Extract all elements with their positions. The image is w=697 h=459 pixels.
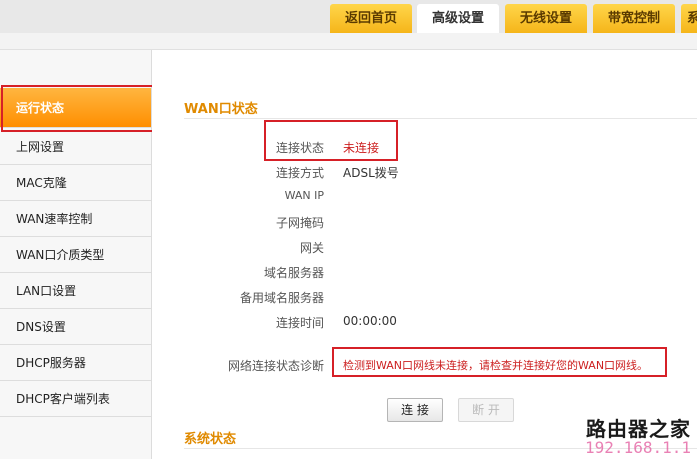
top-nav-bar: 返回首页 高级设置 无线设置 带宽控制 系 [0,0,697,33]
system-status-title: 系统状态 [184,432,237,447]
value-connection-time: 00:00:00 [343,314,397,328]
label-wan-ip: WAN IP [284,189,324,202]
header-band [0,33,697,50]
label-connection-type: 连接方式 [275,166,324,180]
watermark-logo: 路由器之家 192.168.1.1 [585,413,691,457]
connect-button[interactable]: 连 接 [387,398,443,422]
sidebar-item-lan-settings[interactable]: LAN口设置 [0,274,151,309]
tab-advanced-settings[interactable]: 高级设置 [417,4,499,33]
watermark-url: 192.168.1.1 [585,438,691,457]
sidebar-item-internet-settings[interactable]: 上网设置 [0,130,151,165]
sidebar-item-dhcp-client-list[interactable]: DHCP客户端列表 [0,382,151,417]
label-gateway: 网关 [299,241,324,255]
tab-wireless-settings[interactable]: 无线设置 [505,4,587,33]
main-content: WAN口状态 连接状态 未连接 连接方式 ADSL拨号 WAN IP 子网掩码 … [152,50,697,459]
tab-bandwidth-control[interactable]: 带宽控制 [593,4,675,33]
sidebar-item-wan-rate-control[interactable]: WAN速率控制 [0,202,151,237]
wan-status-title: WAN口状态 [184,102,258,117]
sidebar-item-dns-settings[interactable]: DNS设置 [0,310,151,345]
value-connection-type: ADSL拨号 [343,166,399,180]
label-network-diagnosis: 网络连接状态诊断 [227,359,324,373]
sidebar-item-wan-media-type[interactable]: WAN口介质类型 [0,238,151,273]
highlight-box-run-status [1,85,157,132]
tab-system-truncated[interactable]: 系 [681,4,697,33]
sidebar-item-dhcp-server[interactable]: DHCP服务器 [0,346,151,381]
tab-home[interactable]: 返回首页 [330,4,412,33]
label-backup-dns-server: 备用域名服务器 [239,291,324,305]
highlight-box-diagnosis [332,347,667,377]
label-subnet-mask: 子网掩码 [275,216,324,230]
label-connection-time: 连接时间 [275,316,324,330]
label-dns-server: 域名服务器 [263,266,324,280]
sidebar-item-mac-clone[interactable]: MAC克隆 [0,166,151,201]
section-divider [184,118,697,119]
disconnect-button[interactable]: 断 开 [458,398,514,422]
highlight-box-connection-status [264,120,398,161]
